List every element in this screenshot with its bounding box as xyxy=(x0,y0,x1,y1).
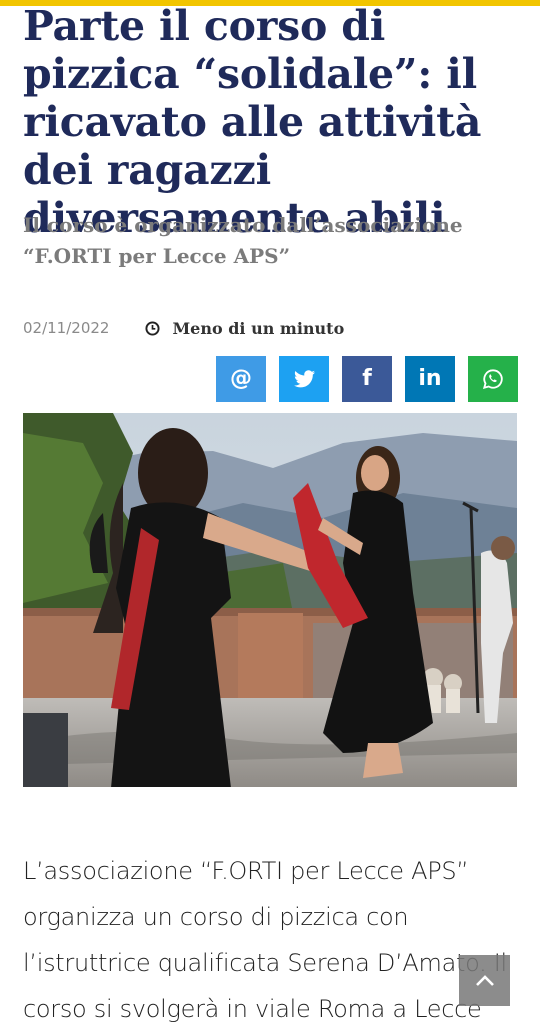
dancers-photo xyxy=(23,413,517,787)
share-buttons: @ f in xyxy=(216,356,518,402)
article-body: L’associazione “F.ORTI per Lecce APS” or… xyxy=(23,857,507,1023)
at-sign-icon: @ xyxy=(230,366,252,391)
facebook-icon: f xyxy=(362,366,372,391)
linkedin-icon: in xyxy=(418,366,442,391)
share-twitter-button[interactable] xyxy=(279,356,329,402)
whatsapp-icon xyxy=(482,369,503,390)
share-whatsapp-button[interactable] xyxy=(468,356,518,402)
clock-icon xyxy=(145,320,160,336)
share-linkedin-button[interactable]: in xyxy=(405,356,455,402)
publish-date: 02/11/2022 xyxy=(23,319,110,337)
chevron-up-icon xyxy=(475,974,494,986)
share-email-button[interactable]: @ xyxy=(216,356,266,402)
twitter-icon xyxy=(293,370,315,388)
share-facebook-button[interactable]: f xyxy=(342,356,392,402)
article-meta: 02/11/2022 Meno di un minuto xyxy=(23,316,344,340)
article-photo xyxy=(23,413,517,787)
scroll-to-top-button[interactable] xyxy=(459,955,510,1006)
reading-time: Meno di un minuto xyxy=(145,319,344,338)
article-title: Parte il corso di pizzica “solidale”: il… xyxy=(23,2,482,242)
article-subtitle: Il corso è organizzato dall’associazione… xyxy=(23,213,463,268)
reading-time-label: Meno di un minuto xyxy=(172,318,345,338)
